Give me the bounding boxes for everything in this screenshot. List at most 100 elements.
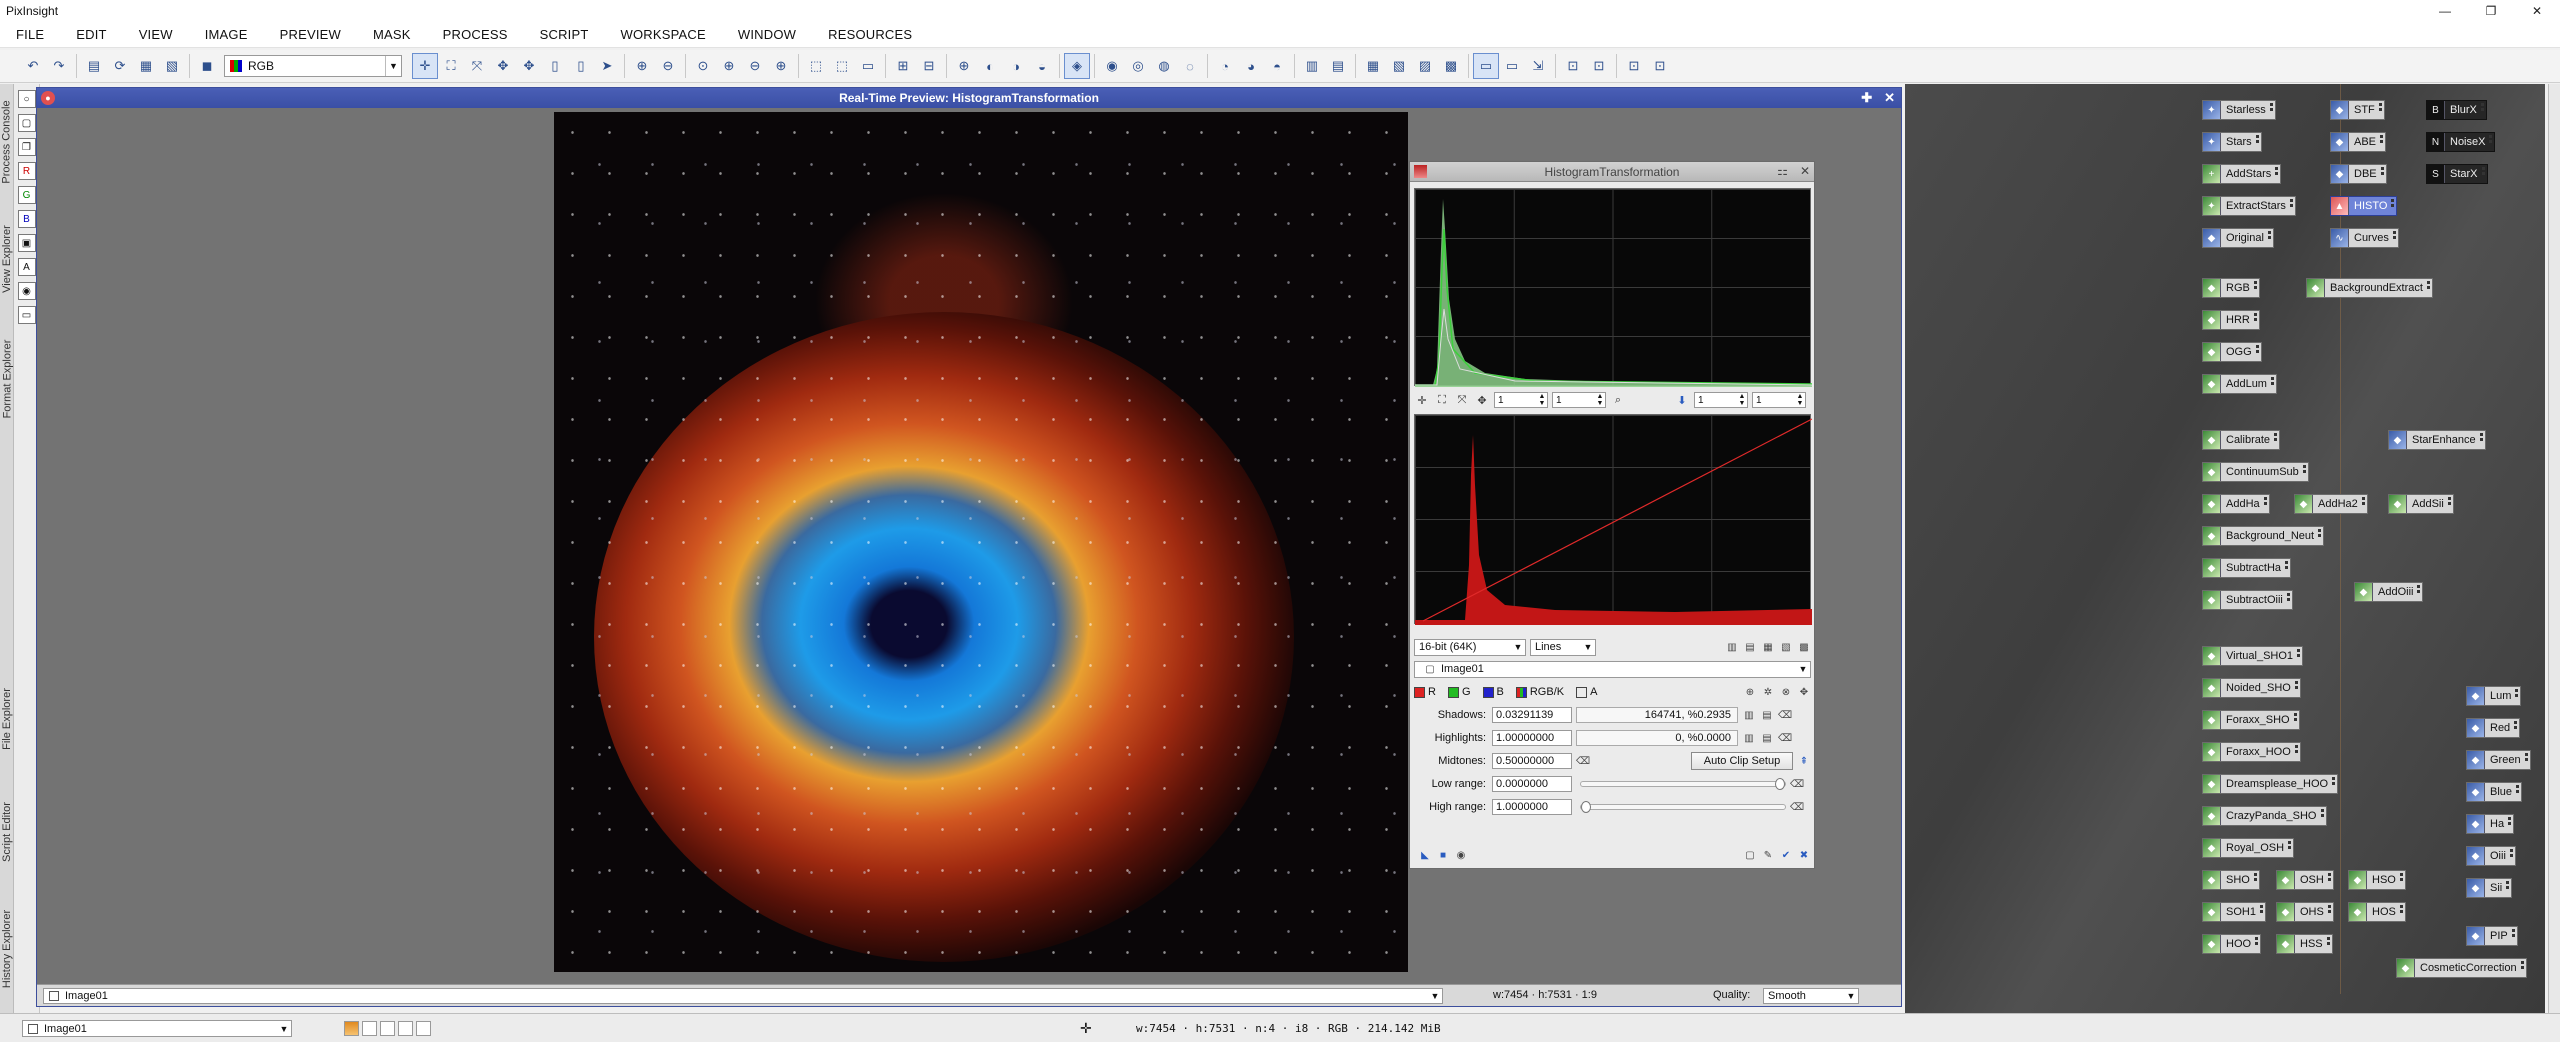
pan-icon[interactable]: ✥ [1474, 392, 1490, 408]
high-range-slider[interactable] [1580, 801, 1786, 813]
menu-edit[interactable]: EDIT [60, 27, 122, 42]
new-instance-icon[interactable]: ◣ [1418, 848, 1432, 862]
menu-file[interactable]: FILE [0, 27, 60, 42]
apply-icon[interactable]: ✔ [1779, 848, 1793, 862]
line-graph-icon[interactable]: ▦ [1761, 640, 1775, 654]
process-icon-green[interactable]: ◆ Green [2466, 750, 2531, 770]
process-icon-histo[interactable]: ▲ HISTO [2330, 196, 2398, 216]
mask-show-icon[interactable]: ◑ [1003, 53, 1029, 79]
edit-icon[interactable]: ✎ [1761, 848, 1775, 862]
preview-icon[interactable]: ▭ [855, 53, 881, 79]
camera-icon[interactable]: ◉ [17, 282, 36, 300]
fit-width-icon[interactable]: ⤧ [464, 53, 490, 79]
arrow-down-icon[interactable]: ⬇ [1674, 392, 1690, 408]
zoom-fit-icon[interactable]: ⊙ [690, 53, 716, 79]
mode-box-5[interactable] [416, 1021, 431, 1036]
channel-a-checkbox[interactable]: A [1576, 686, 1597, 698]
shade-icon[interactable]: ⚏ [1777, 164, 1788, 178]
high-range-reset-icon[interactable]: ⌫ [1790, 800, 1804, 814]
status-view-select[interactable]: Image01 ▼ [22, 1020, 292, 1037]
process-icon-curves[interactable]: ∿ Curves [2330, 228, 2399, 248]
layout-5-icon[interactable]: ▨ [1412, 53, 1438, 79]
process-icon-foraxx-sho[interactable]: ◆ Foraxx_SHO [2202, 710, 2300, 730]
process-icon-calibrate[interactable]: ◆ Calibrate [2202, 430, 2281, 450]
channel-b-icon[interactable]: B [17, 210, 36, 228]
tab-format-explorer[interactable]: Format Explorer [0, 319, 14, 439]
process-icon-starx[interactable]: S StarX [2426, 164, 2488, 184]
cube-icon[interactable]: ◼ [194, 53, 220, 79]
workspace-2-icon[interactable]: ⊡ [1586, 53, 1612, 79]
monitor-alt-icon[interactable]: ▭ [1499, 53, 1525, 79]
process-icon-dreamsplease-hoo[interactable]: ◆ Dreamsplease_HOO [2202, 774, 2339, 794]
process-icon-backgroundextract[interactable]: ◆ BackgroundExtract [2306, 278, 2433, 298]
preview-image[interactable] [554, 112, 1408, 972]
process-icon-starenhance[interactable]: ◆ StarEnhance [2388, 430, 2486, 450]
histogram-view-select[interactable]: ▢ Image01 ▼ [1414, 660, 1811, 678]
layout-1-icon[interactable]: ▥ [1299, 53, 1325, 79]
stf-auto-icon[interactable]: ◉ [1099, 53, 1125, 79]
process-icon-blurx[interactable]: B BlurX [2426, 100, 2487, 120]
monitor-icon[interactable]: ▭ [1473, 53, 1499, 79]
process-icon-starless[interactable]: ✦ Starless [2202, 100, 2276, 120]
tab-process-console[interactable]: Process Console [0, 84, 14, 199]
output-histogram-plot[interactable] [1414, 188, 1812, 387]
highlights-auto-icon[interactable]: ▥ [1742, 731, 1756, 745]
process-icon-noisex[interactable]: N NoiseX [2426, 132, 2496, 152]
mask-invert-icon[interactable]: ◒ [1029, 53, 1055, 79]
process-icon-extractstars[interactable]: ✦ ExtractStars [2202, 196, 2296, 216]
tab-history-explorer[interactable]: History Explorer [0, 889, 14, 1009]
layout-3-icon[interactable]: ▦ [1360, 53, 1386, 79]
tab-view-explorer[interactable]: View Explorer [0, 204, 14, 314]
close-button[interactable]: ✕ [2514, 0, 2560, 22]
process-icon-subtractoiii[interactable]: ◆ SubtractOiii [2202, 590, 2293, 610]
process-icon-addlum[interactable]: ◆ AddLum [2202, 374, 2277, 394]
minimize-button[interactable]: — [2422, 0, 2468, 22]
preview-close-icon[interactable]: ● [41, 91, 55, 105]
fit-icon[interactable]: ⛶ [438, 53, 464, 79]
menu-view[interactable]: VIEW [123, 27, 189, 42]
process-icon-addoiii[interactable]: ◆ AddOiii [2354, 582, 2424, 602]
zoom-x2-spin[interactable]: 1 ▲ ▼ [1694, 392, 1748, 408]
channel-r-checkbox[interactable]: R [1414, 686, 1436, 698]
tab-script-editor[interactable]: Script Editor [0, 779, 14, 884]
low-range-slider[interactable] [1580, 778, 1786, 790]
stf-link-icon[interactable]: ◍ [1151, 53, 1177, 79]
process-3-icon[interactable]: ◓ [1264, 53, 1290, 79]
histogram-close-icon[interactable]: ✕ [1800, 164, 1810, 178]
layout-6-icon[interactable]: ▩ [1438, 53, 1464, 79]
shadows-auto-icon[interactable]: ▥ [1742, 708, 1756, 722]
process-icon-continuumsub[interactable]: ◆ ContinuumSub [2202, 462, 2309, 482]
channel-g-icon[interactable]: G [17, 186, 36, 204]
process-icon-royal-osh[interactable]: ◆ Royal_OSH [2202, 838, 2295, 858]
auto-clip-setup-button[interactable]: Auto Clip Setup [1691, 752, 1793, 770]
process-icon-stf[interactable]: ◆ STF [2330, 100, 2385, 120]
move-icon[interactable]: ✛ [1414, 392, 1430, 408]
process-icon-dbe[interactable]: ◆ DBE [2330, 164, 2387, 184]
process-icon-crazypanda-sho[interactable]: ◆ CrazyPanda_SHO [2202, 806, 2327, 826]
menu-script[interactable]: SCRIPT [524, 27, 605, 42]
process-icon-hso[interactable]: ◆ HSO [2348, 870, 2406, 890]
midtones-field[interactable]: 0.50000000 [1492, 753, 1572, 769]
high-range-knob[interactable] [1581, 801, 1591, 813]
process-icon-oiii[interactable]: ◆ Oiii [2466, 846, 2516, 866]
process-icon-stars[interactable]: ✦ Stars [2202, 132, 2262, 152]
crosshair-icon[interactable]: ⊕ [1743, 685, 1757, 699]
highlights-reset-icon[interactable]: ⌫ [1778, 731, 1792, 745]
zoom-y-spin[interactable]: 1 ▲ ▼ [1552, 392, 1606, 408]
process-icon-addha2[interactable]: ◆ AddHa2 [2294, 494, 2368, 514]
page-icon[interactable]: ▯ [542, 53, 568, 79]
stf-reset-icon[interactable]: ◎ [1125, 53, 1151, 79]
export-view-icon[interactable]: ⇲ [1525, 53, 1551, 79]
mask-add-icon[interactable]: ⊕ [951, 53, 977, 79]
window-icon[interactable]: ▭ [17, 306, 36, 324]
process-icon-ohs[interactable]: ◆ OHS [2276, 902, 2334, 922]
view-copy-icon[interactable]: ❐ [17, 138, 36, 156]
mode-box-1[interactable] [344, 1021, 359, 1036]
preview-edit-icon[interactable]: ⊟ [916, 53, 942, 79]
move-icon[interactable]: ✥ [490, 53, 516, 79]
shadows-clip-icon[interactable]: ▤ [1760, 708, 1774, 722]
page-alt-icon[interactable]: ▯ [568, 53, 594, 79]
process-icon-addsii[interactable]: ◆ AddSii [2388, 494, 2454, 514]
process-icon-pip[interactable]: ◆ PIP [2466, 926, 2518, 946]
quality-select[interactable]: Smooth ▼ [1763, 988, 1859, 1004]
